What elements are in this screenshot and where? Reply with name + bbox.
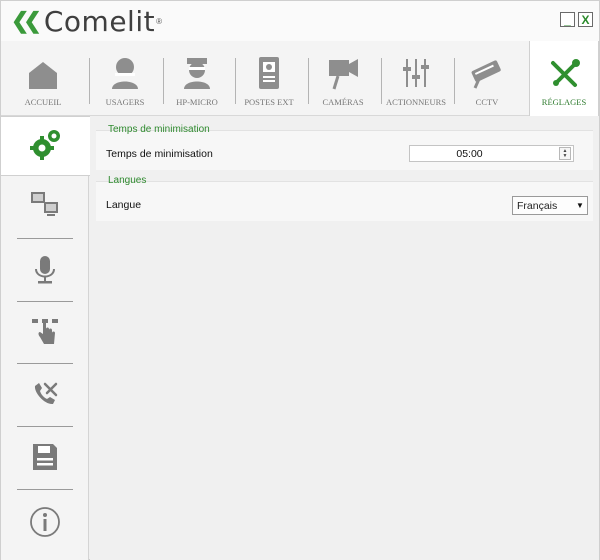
tab-accueil[interactable]: ACCUEIL <box>13 41 73 116</box>
sidebar-item-save[interactable] <box>1 431 89 487</box>
title-bar: ❮❮ Comelit ® _ X <box>1 1 599 41</box>
tab-reglages[interactable]: RÉGLAGES <box>529 41 599 117</box>
tools-icon <box>546 55 582 91</box>
sidebar-item-general[interactable] <box>1 116 90 176</box>
tab-label: CAMÉRAS <box>322 97 364 107</box>
intercom-icon <box>251 55 287 91</box>
sidebar-item-network[interactable] <box>1 178 89 234</box>
gears-icon <box>29 127 63 166</box>
app-window: ❮❮ Comelit ® _ X ACCUEIL USAGERS HP-MICR… <box>0 0 600 560</box>
sliders-icon <box>398 55 434 91</box>
tab-usagers[interactable]: USAGERS <box>95 41 155 116</box>
tab-postes-ext[interactable]: POSTES EXT <box>239 41 299 116</box>
sidebar-item-touch[interactable] <box>1 306 89 362</box>
microphone-icon <box>33 255 57 290</box>
toolbar-divider <box>235 58 236 104</box>
group-title: Langues <box>108 175 147 186</box>
tab-cctv[interactable]: CCTV <box>457 41 517 116</box>
tab-hp-micro[interactable]: HP-MICRO <box>167 41 227 116</box>
settings-sidebar <box>1 116 90 560</box>
home-icon <box>25 55 61 91</box>
minimization-group: Temps de minimisation Temps de minimisat… <box>96 124 593 170</box>
comelit-logo-mark: ❮❮ <box>11 8 42 33</box>
spin-down-icon: ▼ <box>562 152 568 159</box>
sidebar-item-info[interactable] <box>1 496 89 552</box>
sidebar-divider <box>17 301 73 302</box>
sidebar-item-audio[interactable] <box>1 244 89 300</box>
comelit-logo: ❮❮ Comelit ® <box>11 4 163 38</box>
chevron-down-icon: ▼ <box>576 201 584 210</box>
camera-icon <box>325 55 361 91</box>
phone-tools-icon <box>31 380 59 413</box>
toolbar-divider <box>381 58 382 104</box>
toolbar-divider <box>163 58 164 104</box>
hand-touch-icon <box>31 318 59 351</box>
registered-mark: ® <box>156 16 163 26</box>
group-title: Temps de minimisation <box>108 124 210 135</box>
minimize-button[interactable]: _ <box>560 12 575 27</box>
language-select-value: Français <box>517 199 558 212</box>
officer-icon <box>179 55 215 91</box>
tab-cameras[interactable]: CAMÉRAS <box>313 41 373 116</box>
sidebar-divider <box>17 489 73 490</box>
toolbar-divider <box>308 58 309 104</box>
window-controls: _ X <box>560 12 593 27</box>
tab-label: ACTIONNEURS <box>386 97 446 107</box>
cctv-icon <box>469 55 505 91</box>
sidebar-divider <box>17 238 73 239</box>
tab-label: CCTV <box>475 97 499 107</box>
language-group: Langues Langue Français ▼ <box>96 175 593 221</box>
sidebar-divider <box>17 363 73 364</box>
minimization-label: Temps de minimisation <box>106 148 213 160</box>
tab-label: POSTES EXT <box>244 97 294 107</box>
tab-label: HP-MICRO <box>176 97 218 107</box>
language-label: Langue <box>106 199 142 211</box>
user-icon <box>107 55 143 91</box>
tab-actionneurs[interactable]: ACTIONNEURS <box>383 41 449 116</box>
minimization-time-input[interactable]: 05:00 ▲ ▼ <box>409 145 574 162</box>
sidebar-divider <box>17 426 73 427</box>
minimization-time-value: 05:00 <box>456 147 483 160</box>
main-toolbar: ACCUEIL USAGERS HP-MICRO POSTES EXT CAMÉ… <box>1 41 599 117</box>
brand-name: Comelit <box>43 4 156 38</box>
network-computers-icon <box>30 191 60 222</box>
sidebar-item-phone-tools[interactable] <box>1 368 89 424</box>
save-icon <box>32 443 58 476</box>
time-spinner[interactable]: ▲ ▼ <box>559 147 571 160</box>
language-select[interactable]: Français ▼ <box>512 196 588 215</box>
settings-content: Temps de minimisation Temps de minimisat… <box>90 116 599 560</box>
tab-label: USAGERS <box>105 97 145 107</box>
info-icon <box>29 506 61 543</box>
close-button[interactable]: X <box>578 12 593 27</box>
tab-label: RÉGLAGES <box>541 97 587 107</box>
toolbar-divider <box>89 58 90 104</box>
tab-label: ACCUEIL <box>24 97 62 107</box>
toolbar-divider <box>454 58 455 104</box>
